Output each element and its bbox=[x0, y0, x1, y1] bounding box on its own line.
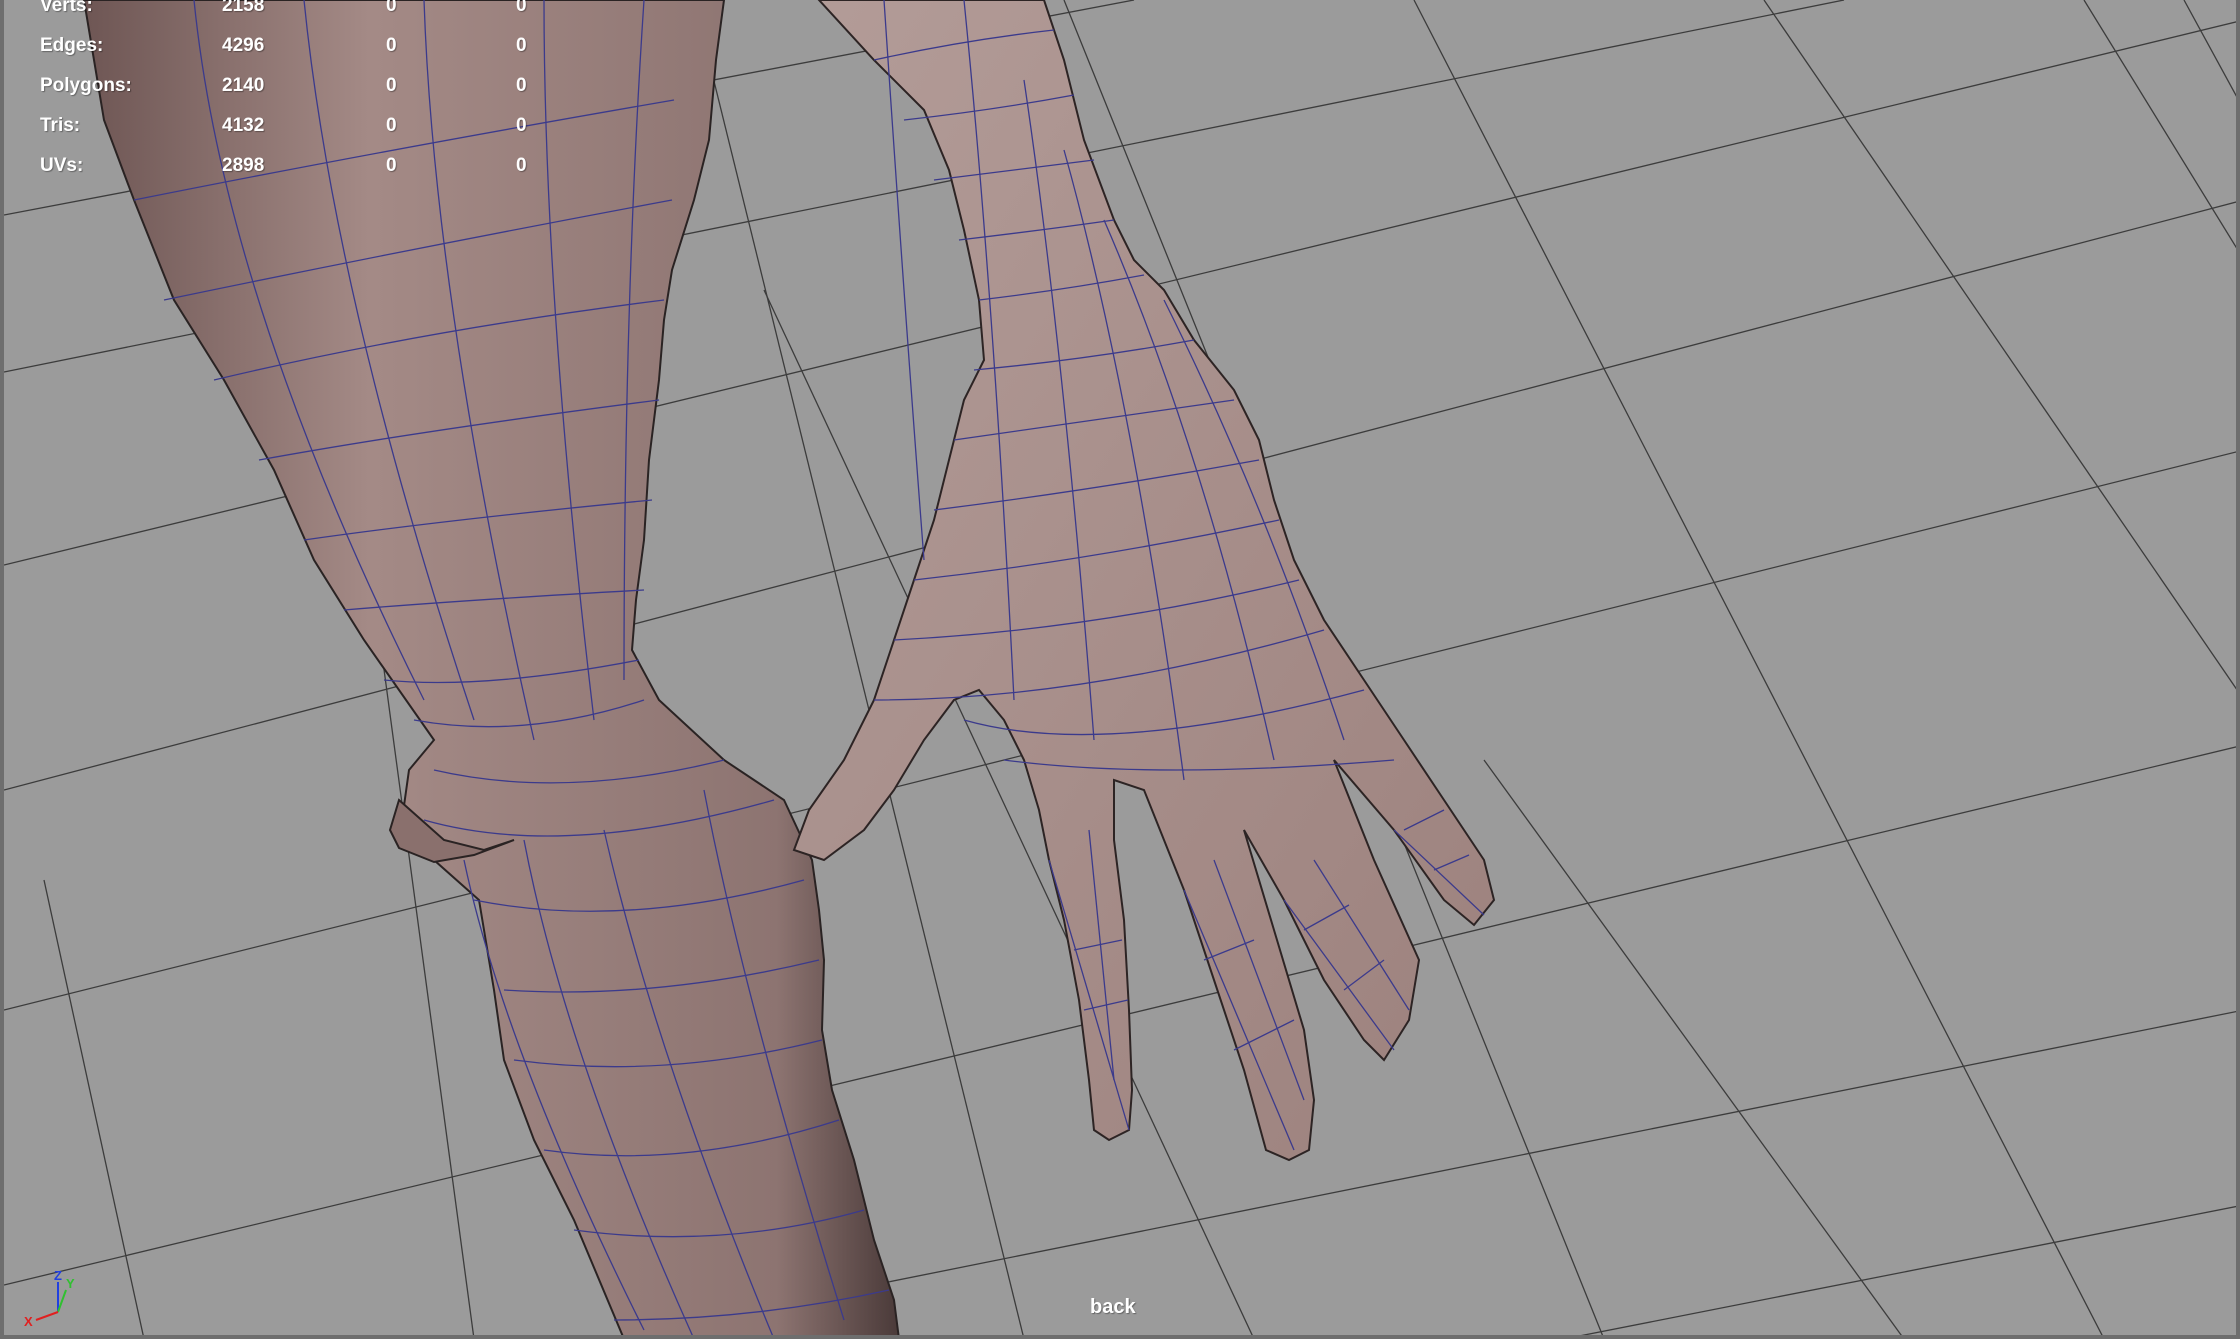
hud-component: 0 bbox=[516, 115, 527, 136]
hud-label: Tris: bbox=[40, 115, 81, 136]
hud-total: 2898 bbox=[222, 155, 265, 176]
hud-selected: 0 bbox=[386, 115, 397, 136]
hud-label: Verts: bbox=[40, 0, 93, 16]
axis-gizmo-icon: Z Y X bbox=[24, 1268, 75, 1328]
hud-component: 0 bbox=[516, 155, 527, 176]
hud-total: 2140 bbox=[222, 75, 265, 96]
hud-label: Polygons: bbox=[40, 75, 132, 96]
hud-component: 0 bbox=[516, 75, 527, 96]
hud-label: Edges: bbox=[40, 35, 104, 56]
hud-total: 4132 bbox=[222, 115, 265, 136]
hud-component: 0 bbox=[516, 35, 527, 56]
viewport-scene[interactable] bbox=[4, 0, 2240, 1339]
leg-mesh bbox=[82, 0, 900, 1335]
hud-label: UVs: bbox=[40, 155, 84, 176]
hud-selected: 0 bbox=[386, 0, 397, 16]
hud-selected: 0 bbox=[386, 75, 397, 96]
hud-selected: 0 bbox=[386, 35, 397, 56]
hud-selected: 0 bbox=[386, 155, 397, 176]
axis-y-label: Y bbox=[66, 1276, 75, 1291]
hud-total: 4296 bbox=[222, 35, 265, 56]
3d-viewport[interactable]: Verts: 2158 0 0 Edges: 4296 0 0 Polygons… bbox=[0, 0, 2240, 1339]
hud-component: 0 bbox=[516, 0, 527, 16]
camera-name-label: back bbox=[1090, 1296, 1136, 1318]
axis-z-label: Z bbox=[54, 1268, 62, 1283]
hud-total: 2158 bbox=[222, 0, 265, 16]
axis-x-label: X bbox=[24, 1314, 33, 1328]
